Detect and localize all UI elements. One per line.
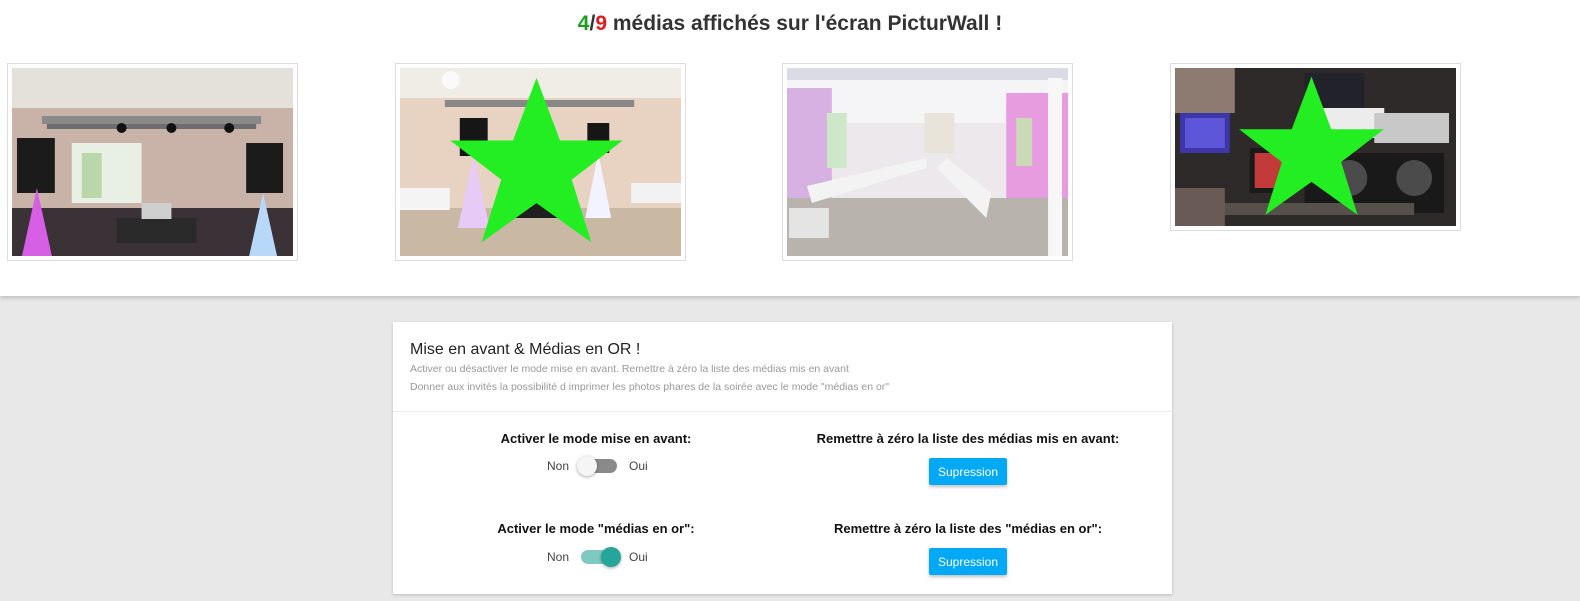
featured-mode-off-label: Non — [547, 459, 570, 473]
star-icon[interactable] — [400, 70, 677, 256]
total-count: 9 — [595, 12, 608, 35]
panel-description-line1: Activer ou désactiver le mode mise en av… — [410, 363, 849, 375]
toggle-knob[interactable] — [601, 547, 622, 567]
panel-description-line2: Donner aux invités la possibilité d impr… — [410, 381, 890, 393]
featured-reset-label: Remettre à zéro la liste des médias mis … — [816, 431, 1120, 446]
media-photo — [12, 68, 293, 256]
media-photo — [400, 68, 681, 256]
page-title: 4/9 médias affichés sur l'écran PicturWa… — [0, 12, 1580, 36]
gold-mode-on-label: Oui — [629, 550, 648, 564]
star-icon[interactable] — [1175, 70, 1452, 226]
gold-reset-button[interactable]: Supression — [929, 548, 1007, 575]
featured-mode-label: Activer le mode mise en avant: — [500, 431, 692, 446]
media-photo — [1175, 68, 1456, 226]
featured-mode-on-label: Oui — [629, 459, 648, 473]
media-thumbnail[interactable] — [782, 63, 1073, 261]
gold-mode-off-label: Non — [547, 550, 570, 564]
media-thumbnail-featured[interactable] — [1170, 63, 1461, 231]
media-thumbnail-featured[interactable] — [395, 63, 686, 261]
settings-panel: Mise en avant & Médias en OR ! Activer o… — [393, 322, 1172, 594]
featured-reset-button[interactable]: Supression — [929, 458, 1007, 485]
toggle-knob[interactable] — [577, 456, 598, 476]
shown-count: 4 — [577, 12, 590, 35]
gold-mode-switch[interactable]: Non Oui — [547, 547, 648, 567]
media-photo — [787, 68, 1068, 256]
panel-header: Mise en avant & Médias en OR ! Activer o… — [393, 322, 1172, 412]
featured-mode-switch[interactable]: Non Oui — [547, 456, 648, 476]
panel-title: Mise en avant & Médias en OR ! — [410, 341, 641, 358]
featured-mode-toggle[interactable] — [577, 456, 618, 476]
gold-mode-toggle[interactable] — [581, 547, 622, 567]
media-thumbnail[interactable] — [7, 63, 298, 261]
gold-reset-label: Remettre à zéro la liste des "médias en … — [833, 521, 1103, 536]
headline-text: médias affichés sur l'écran PicturWall ! — [607, 12, 1003, 35]
gallery-section: 4/9 médias affichés sur l'écran PicturWa… — [0, 0, 1580, 296]
gold-mode-label: Activer le mode "médias en or": — [497, 521, 695, 536]
